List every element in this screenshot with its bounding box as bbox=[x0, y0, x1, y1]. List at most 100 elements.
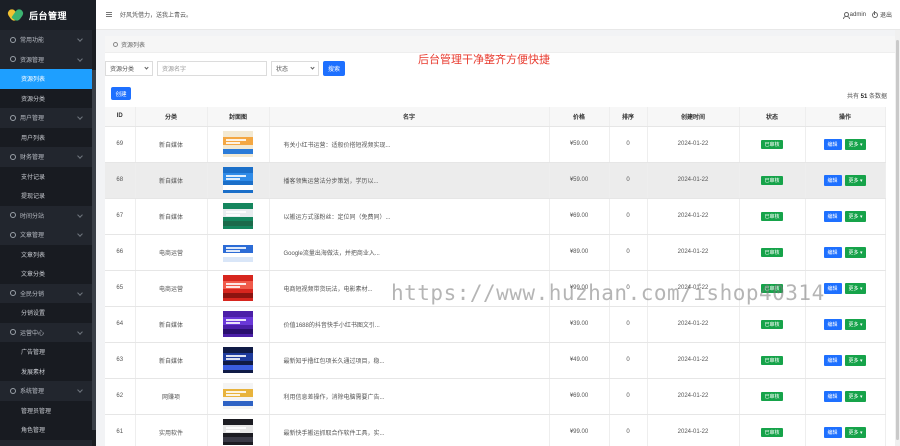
edit-button[interactable]: 编辑 bbox=[823, 318, 842, 330]
sidebar-item-distribution-settings[interactable]: 分销设置 bbox=[0, 303, 96, 323]
col-header-created[interactable]: 创建时间 bbox=[647, 107, 740, 127]
sidebar-item-admins[interactable]: 管理员管理 bbox=[0, 400, 96, 420]
more-button[interactable]: 更多 bbox=[844, 318, 867, 330]
cell-status: 已审核 bbox=[739, 414, 806, 446]
user-icon bbox=[842, 11, 850, 19]
menu-group-resources[interactable]: 资源管理 bbox=[0, 50, 96, 70]
scrollbar-thumb[interactable] bbox=[92, 70, 96, 430]
table-row[interactable]: 66 电商运营 Google流量出海做法，并把商业入... ¥89.00 0 2024-0… bbox=[105, 234, 886, 271]
topbar: 好风凭借力，送我上青云。 admin 退出 bbox=[96, 0, 900, 30]
logo[interactable]: 后台管理 bbox=[0, 0, 96, 30]
menu-group-substation[interactable]: 时间分站 bbox=[0, 206, 96, 226]
sidebar-item-roles[interactable]: 角色管理 bbox=[0, 420, 96, 440]
cell-name[interactable]: 以搬运方式涨粉丝：定位同（免费同）... bbox=[269, 198, 550, 235]
chevron-icon bbox=[77, 153, 83, 159]
col-header-price[interactable]: 价格 bbox=[549, 107, 610, 127]
menu-group-system[interactable]: 系统管理 bbox=[0, 381, 96, 401]
menu-group-users[interactable]: 用户管理 bbox=[0, 108, 96, 128]
cover-image[interactable] bbox=[223, 275, 253, 301]
edit-button[interactable]: 编辑 bbox=[823, 138, 842, 150]
cell-price: ¥49.00 bbox=[549, 342, 610, 379]
edit-button[interactable]: 编辑 bbox=[823, 282, 842, 294]
more-button[interactable]: 更多 bbox=[844, 354, 867, 366]
col-header-status[interactable]: 状态 bbox=[739, 107, 806, 127]
table-row[interactable]: 63 新自媒体 最新知乎撸红包项长久通过项目，稳... ¥49.00 0 2024-01-… bbox=[105, 342, 886, 379]
status-select[interactable]: 状态 bbox=[271, 61, 319, 76]
edit-button[interactable]: 编辑 bbox=[823, 354, 842, 366]
cell-name[interactable]: 利用信息差操作，消除电脑需要广告... bbox=[269, 378, 550, 415]
sidebar-item-payment-records[interactable]: 支付记录 bbox=[0, 166, 96, 186]
cover-image[interactable] bbox=[223, 131, 253, 157]
menu-group-articles[interactable]: 文章管理 bbox=[0, 225, 96, 245]
col-header-id[interactable]: ID bbox=[105, 107, 136, 127]
table-row[interactable]: 62 网赚项 利用信息差操作，消除电脑需要广告... ¥69.00 0 2024-01-2… bbox=[105, 378, 886, 415]
cell-name[interactable]: 播客领售运营法分步策划，学历以... bbox=[269, 162, 550, 199]
menu-group-distribution[interactable]: 全民分销 bbox=[0, 284, 96, 304]
cell-name[interactable]: Google流量出海做法，并把商业入... bbox=[269, 234, 550, 271]
cover-image[interactable] bbox=[223, 239, 253, 265]
sidebar-item-ads[interactable]: 广告管理 bbox=[0, 342, 96, 362]
col-header-cover[interactable]: 封面图 bbox=[207, 107, 270, 127]
menu-group-label: 财务管理 bbox=[20, 155, 45, 162]
edit-button[interactable]: 编辑 bbox=[823, 390, 842, 402]
more-button[interactable]: 更多 bbox=[844, 174, 867, 186]
col-header-sort[interactable]: 排序 bbox=[609, 107, 648, 127]
cell-name[interactable]: 最新知乎撸红包项长久通过项目，稳... bbox=[269, 342, 550, 379]
username[interactable]: admin bbox=[850, 12, 866, 18]
col-header-actions[interactable]: 操作 bbox=[805, 107, 886, 127]
cover-image[interactable] bbox=[223, 167, 253, 193]
status-select-value: 状态 bbox=[276, 67, 289, 73]
breadcrumb-current[interactable]: 资源列表 bbox=[121, 40, 145, 49]
table-row[interactable]: 67 新自媒体 以搬运方式涨粉丝：定位同（免费同）... ¥69.00 0 2024-01… bbox=[105, 198, 886, 235]
more-button[interactable]: 更多 bbox=[844, 426, 867, 438]
cover-image[interactable] bbox=[223, 311, 253, 337]
sidebar-item-article-list[interactable]: 文章列表 bbox=[0, 244, 96, 264]
edit-button[interactable]: 编辑 bbox=[823, 246, 842, 258]
cell-status: 已审核 bbox=[739, 342, 806, 379]
create-button[interactable]: 创建 bbox=[111, 87, 131, 100]
table-row[interactable]: 61 实用软件 最新快手搬运抓取合作软件工具，实... ¥99.00 0 2024-01-… bbox=[105, 414, 886, 446]
menu-group-finance[interactable]: 财务管理 bbox=[0, 147, 96, 167]
sidebar-item-article-category[interactable]: 文章分类 bbox=[0, 264, 96, 284]
menu-group-operations[interactable]: 运营中心 bbox=[0, 323, 96, 343]
col-header-name[interactable]: 名字 bbox=[269, 107, 550, 127]
cell-cover bbox=[207, 342, 270, 379]
cover-image[interactable] bbox=[223, 383, 253, 409]
more-button[interactable]: 更多 bbox=[844, 282, 867, 294]
menu-group-label: 运营中心 bbox=[20, 330, 45, 337]
sidebar-item-withdraw-records[interactable]: 提现记录 bbox=[0, 186, 96, 206]
edit-button[interactable]: 编辑 bbox=[823, 210, 842, 222]
cell-id: 65 bbox=[105, 270, 136, 307]
cover-image[interactable] bbox=[223, 419, 253, 445]
more-button[interactable]: 更多 bbox=[844, 210, 867, 222]
table-row[interactable]: 68 新自媒体 播客领售运营法分步策划，学历以... ¥59.00 0 2024-01-2… bbox=[105, 162, 886, 199]
more-button[interactable]: 更多 bbox=[844, 390, 867, 402]
cover-image[interactable] bbox=[223, 203, 253, 229]
more-button[interactable]: 更多 bbox=[844, 246, 867, 258]
edit-button[interactable]: 编辑 bbox=[823, 174, 842, 186]
category-select[interactable]: 资源分类 bbox=[105, 61, 153, 76]
table-row[interactable]: 64 新自媒体 价值1688的抖音快手小红书图文引... ¥39.00 0 2024-01… bbox=[105, 306, 886, 343]
edit-button[interactable]: 编辑 bbox=[823, 426, 842, 438]
keyword-input[interactable]: 资源名字 bbox=[157, 61, 267, 76]
sidebar-scrollbar[interactable] bbox=[92, 30, 96, 446]
sidebar-item-materials[interactable]: 发展素材 bbox=[0, 361, 96, 381]
cell-name[interactable]: 最新快手搬运抓取合作软件工具，实... bbox=[269, 414, 550, 446]
cover-image[interactable] bbox=[223, 347, 253, 373]
scrollbar-thumb[interactable] bbox=[896, 40, 899, 440]
resource-table: ID 分类 封面图 名字 价格 排序 创建时间 状态 操作 69 新自媒体 有关小红… bbox=[105, 107, 886, 446]
search-button[interactable]: 搜索 bbox=[323, 61, 345, 76]
more-button[interactable]: 更多 bbox=[844, 138, 867, 150]
cell-name[interactable]: 价值1688的抖音快手小红书图文引... bbox=[269, 306, 550, 343]
table-row[interactable]: 69 新自媒体 有关小红书运营：适般价搭短视频实现... ¥59.00 0 2024-01… bbox=[105, 126, 886, 163]
page-scrollbar[interactable] bbox=[895, 30, 900, 446]
cell-name[interactable]: 有关小红书运营：适般价搭短视频实现... bbox=[269, 126, 550, 163]
menu-group-label: 全民分销 bbox=[20, 291, 45, 298]
col-header-category[interactable]: 分类 bbox=[135, 107, 208, 127]
sidebar-item-resource-list[interactable]: 资源列表 bbox=[0, 69, 96, 89]
sidebar-item-user-list[interactable]: 用户列表 bbox=[0, 127, 96, 147]
logout-link[interactable]: 退出 bbox=[880, 10, 892, 19]
sidebar-item-resource-category[interactable]: 资源分类 bbox=[0, 88, 96, 108]
menu-toggle-icon[interactable] bbox=[106, 12, 112, 17]
menu-group-common[interactable]: 常用功能 bbox=[0, 30, 96, 50]
